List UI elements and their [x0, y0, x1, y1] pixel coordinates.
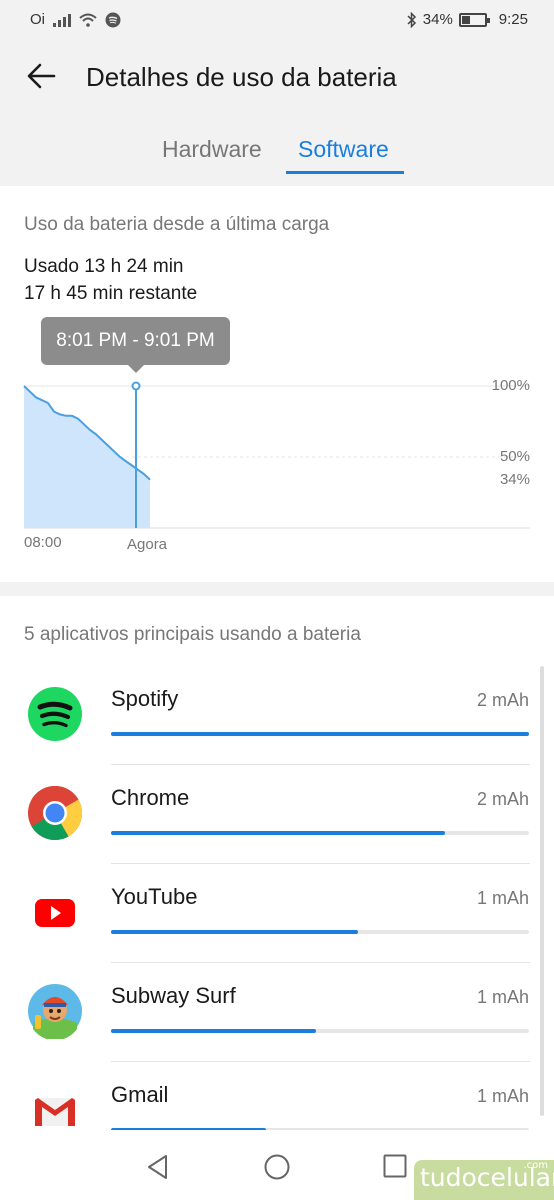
- usage-bar-fill: [111, 1029, 316, 1033]
- clock: 9:25: [498, 11, 528, 28]
- x-label-start: 08:00: [24, 534, 62, 551]
- app-name: Chrome: [111, 785, 190, 810]
- x-label-now: Agora: [127, 536, 168, 553]
- app-name: Subway Surf: [111, 983, 236, 1008]
- home-circle-icon[interactable]: [264, 1154, 290, 1180]
- app-name: Spotify: [111, 686, 179, 711]
- tab-indicator: [286, 171, 404, 174]
- y-label-50: 50%: [499, 448, 530, 465]
- watermark-logo: tudocelular .com: [414, 1160, 554, 1200]
- apps-section-title: 5 aplicativos principais usando a bateri…: [24, 624, 361, 645]
- battery-percent: 34%: [422, 11, 453, 28]
- app-row-spotify[interactable]: Spotify 2 mAh: [0, 666, 554, 765]
- spotify-icon: [105, 12, 121, 27]
- y-label-current: 34%: [499, 471, 530, 488]
- battery-icon: [458, 12, 490, 27]
- wifi-icon: [79, 13, 97, 27]
- app-header: Detalhes de uso da bateria: [0, 40, 554, 116]
- app-usage-value: 1 mAh: [476, 888, 529, 908]
- used-value: 13 h 24 min: [84, 256, 184, 277]
- app-usage-value: 1 mAh: [476, 987, 529, 1007]
- app-name: Gmail: [111, 1082, 169, 1107]
- y-label-100: 100%: [491, 377, 530, 394]
- page-title: Detalhes de uso da bateria: [86, 62, 397, 92]
- usage-bar: [111, 831, 529, 835]
- battery-usage-card: Uso da bateria desde a última carga Usad…: [0, 186, 554, 582]
- subway-surf-icon: [28, 984, 82, 1039]
- usage-bar-fill: [111, 930, 358, 934]
- usage-bar-fill: [111, 732, 529, 736]
- app-name: YouTube: [111, 884, 198, 909]
- battery-area: [24, 386, 150, 528]
- tab-bar: Hardware Software: [0, 116, 554, 186]
- bluetooth-icon: [407, 11, 416, 28]
- usage-bar: [111, 1029, 529, 1033]
- time-range-tooltip: 8:01 PM - 9:01 PM: [41, 317, 230, 373]
- app-usage-value: 1 mAh: [476, 1086, 529, 1106]
- back-triangle-icon[interactable]: [146, 1154, 170, 1180]
- back-button[interactable]: [22, 56, 62, 96]
- usage-bar-fill: [111, 831, 446, 835]
- app-row-youtube[interactable]: YouTube 1 mAh: [0, 864, 554, 963]
- app-row-subway-surf[interactable]: Subway Surf 1 mAh: [0, 963, 554, 1062]
- recents-square-icon[interactable]: [383, 1154, 407, 1178]
- carrier-label: Oi: [30, 11, 45, 28]
- remaining-time: 17 h 45 min restante: [24, 283, 198, 304]
- watermark-suffix: .com: [523, 1160, 548, 1171]
- tab-software[interactable]: Software: [298, 136, 389, 163]
- signal-icon: [53, 13, 71, 27]
- app-usage-value: 2 mAh: [476, 690, 529, 710]
- app-usage-value: 2 mAh: [476, 789, 529, 809]
- status-left: Oi: [30, 11, 121, 28]
- usage-bar: [111, 930, 529, 934]
- used-time: Usado 13 h 24 min: [24, 256, 184, 278]
- app-row-chrome[interactable]: Chrome 2 mAh: [0, 765, 554, 864]
- status-bar: Oi 34% 9:25: [0, 0, 554, 40]
- cursor-handle[interactable]: [131, 381, 141, 391]
- chrome-icon: [28, 785, 83, 841]
- status-right: 34% 9:25: [407, 11, 528, 28]
- usage-section-title: Uso da bateria desde a última carga: [24, 214, 330, 235]
- arrow-left-icon: [27, 63, 56, 89]
- spotify-icon: [28, 687, 82, 741]
- battery-chart[interactable]: [0, 366, 554, 536]
- tab-hardware[interactable]: Hardware: [162, 136, 262, 163]
- top-apps-card: 5 aplicativos principais usando a bateri…: [0, 596, 554, 1200]
- usage-bar: [111, 732, 529, 736]
- youtube-icon: [35, 899, 75, 927]
- used-label: Usado: [24, 256, 79, 277]
